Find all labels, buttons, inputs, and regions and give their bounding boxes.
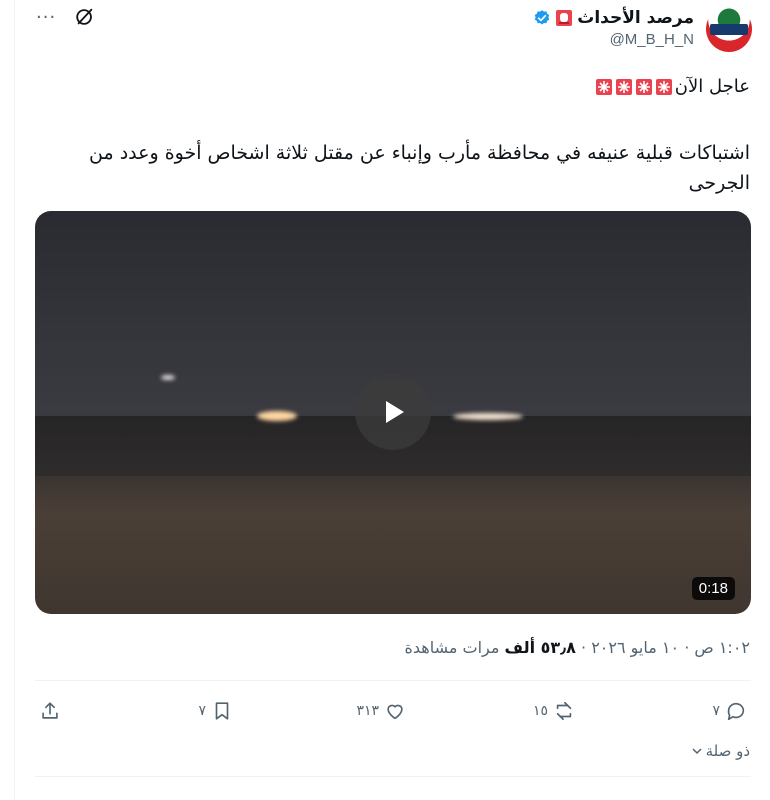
action-bar: ٧ ١٥ ٣١٣ ٧ [35, 700, 751, 726]
reply-count: ٧ [712, 703, 720, 719]
avatar[interactable] [706, 6, 752, 52]
grok-icon[interactable] [74, 6, 96, 28]
related-toggle[interactable]: ذو صلة [691, 742, 750, 760]
divider [35, 680, 751, 681]
siren-icon [595, 78, 612, 95]
author-display-name[interactable]: مرصد الأحداث [577, 8, 694, 28]
breaking-label: عاجل الآن [674, 76, 750, 97]
bookmark-count: ٧ [198, 703, 206, 719]
siren-icon [635, 78, 652, 95]
heart-icon [387, 704, 403, 720]
header-actions: ··· [36, 6, 96, 28]
post-time[interactable]: ١:٠٢ ص [694, 638, 750, 657]
siren-icon [556, 10, 573, 26]
bookmark-icon [215, 702, 229, 720]
column-border [14, 0, 15, 800]
post-date[interactable]: ١٠ مايو ٢٠٢٦ [591, 638, 679, 657]
verified-badge-icon[interactable] [533, 9, 551, 27]
reply-button[interactable]: ٧ [712, 700, 747, 722]
video-player[interactable]: 0:18 [35, 211, 751, 614]
play-button[interactable] [355, 374, 431, 450]
author-block: مرصد الأحداث @M_B_H_N [533, 8, 694, 48]
divider [35, 776, 751, 777]
repost-count: ١٥ [532, 703, 548, 719]
post-body: اشتباكات قبلية عنيفه في محافظة مأرب وإنب… [89, 142, 750, 194]
siren-icon [615, 78, 632, 95]
siren-icon [655, 78, 672, 95]
author-name-row: مرصد الأحداث [533, 8, 694, 28]
related-label: ذو صلة [705, 742, 750, 760]
reply-icon [727, 702, 745, 721]
breaking-line: عاجل الآن [595, 76, 750, 97]
video-light [257, 411, 297, 421]
chevron-down-icon [692, 748, 702, 755]
like-button[interactable]: ٣١٣ [356, 700, 406, 722]
share-icon [42, 702, 58, 719]
repost-button[interactable]: ١٥ [533, 700, 575, 722]
post-meta: ١:٠٢ ص · ١٠ مايو ٢٠٢٦ · ٥٣٫٨ ألف مرات مش… [404, 638, 750, 657]
views-label: مرات مشاهدة [404, 638, 500, 657]
meta-separator: · [684, 638, 690, 657]
bookmark-button[interactable]: ٧ [198, 700, 233, 722]
video-light [161, 375, 175, 380]
post-header: مرصد الأحداث @M_B_H_N ··· [0, 2, 770, 62]
play-icon [386, 401, 404, 423]
video-light [453, 413, 523, 420]
share-button[interactable] [39, 700, 61, 722]
video-duration: 0:18 [691, 577, 735, 600]
meta-separator: · [581, 638, 587, 657]
more-options-icon[interactable]: ··· [36, 7, 56, 28]
like-count: ٣١٣ [356, 703, 379, 719]
views-count: ٥٣٫٨ ألف [504, 638, 576, 657]
author-handle[interactable]: @M_B_H_N [533, 31, 694, 48]
repost-icon [556, 701, 572, 721]
